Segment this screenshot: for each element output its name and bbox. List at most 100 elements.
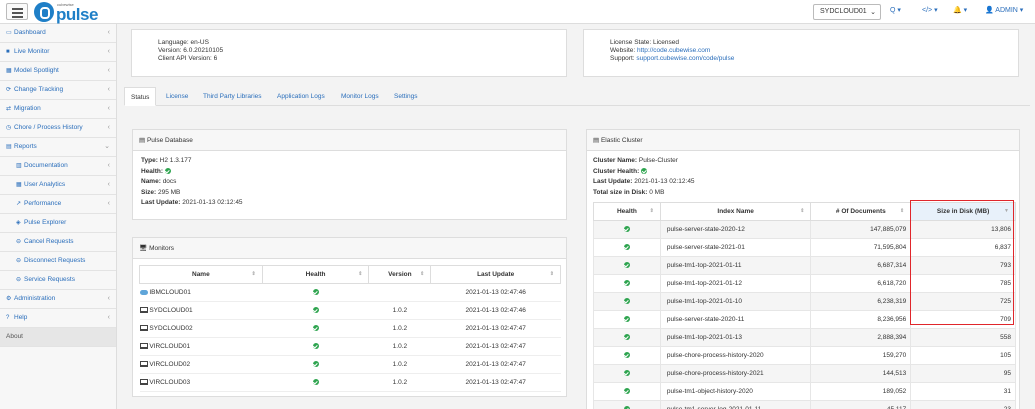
table-row[interactable]: VIRCLOUD01 1.0.2 2021-01-13 02:47:47 — [139, 337, 561, 356]
health-ok-icon — [623, 280, 630, 287]
table-row[interactable]: pulse-server-state-2020-12 147,885,079 13,… — [593, 220, 1016, 239]
users-icon: ▦ — [16, 182, 22, 188]
table-row[interactable]: pulse-chore-process-history-2020 159,270 1… — [593, 346, 1016, 365]
tab-license[interactable]: License — [166, 87, 188, 106]
chevron-left-icon: ‹ — [107, 105, 110, 112]
table-row[interactable]: pulse-tm1-server-log-2021-01-1145,11723 — [593, 400, 1016, 409]
sidebar-item-dashboard[interactable]: ▭ Dashboard ‹ — [0, 24, 116, 43]
table-row[interactable]: SYDCLOUD02 1.0.2 2021-01-13 02:47:47 — [139, 319, 561, 338]
col-header-name[interactable]: Name ⇕ — [139, 265, 263, 284]
website-label: Website: — [610, 47, 637, 54]
elastic-cluster-panel: ▤ Elastic Cluster Cluster Name: Pulse-Cl… — [586, 129, 1020, 409]
sidebar-item-service-requests[interactable]: ⊖ Service Requests — [0, 271, 116, 290]
sidebar-item-about[interactable]: About — [0, 328, 116, 347]
chevron-left-icon: ‹ — [107, 124, 110, 131]
tab-status[interactable]: Status — [124, 87, 157, 106]
chevron-left-icon: ‹ — [107, 67, 110, 74]
chevron-left-icon: ‹ — [107, 181, 110, 188]
cluster-name-value: Pulse-Cluster — [638, 157, 678, 164]
sidebar-item-performance[interactable]: ↗ Performance ‹ — [0, 195, 116, 214]
col-header-health[interactable]: Health ⇕ — [593, 202, 661, 221]
chevron-left-icon: ‹ — [107, 86, 110, 93]
language-text: Language: en-US — [158, 39, 209, 46]
sidebar: ▭ Dashboard ‹ ■ Live Monitor ‹ ▦ Model Spotli… — [0, 24, 117, 409]
tab-application-logs[interactable]: Application Logs — [277, 87, 325, 106]
sidebar-item-cancel-requests[interactable]: ⊖ Cancel Requests — [0, 233, 116, 252]
health-ok-icon — [312, 343, 319, 350]
db-last-update-value: 2021-01-13 02:12:45 — [182, 199, 243, 206]
camera-icon: ■ — [6, 49, 10, 55]
table-row[interactable]: pulse-tm1-top-2021-01-10 6,238,319 725 — [593, 292, 1016, 311]
sidebar-item-pulse-explorer[interactable]: ◈ Pulse Explorer — [0, 214, 116, 233]
cube-icon: ◈ — [16, 220, 21, 226]
col-header-index-name[interactable]: Index Name ⇕ — [659, 202, 812, 221]
website-link[interactable]: http://code.cubewise.com — [637, 47, 710, 54]
chevron-left-icon: ‹ — [107, 48, 110, 55]
files-icon: ▤ — [6, 144, 12, 150]
health-ok-icon — [312, 325, 319, 332]
pulse-database-title: Pulse Database — [146, 137, 193, 144]
computer-icon — [139, 361, 148, 368]
minus-circle-icon: ⊖ — [16, 239, 22, 245]
health-ok-icon — [312, 307, 319, 314]
col-header-doc-count[interactable]: # Of Documents ⇕ — [810, 202, 912, 221]
sort-icon: ⇕ — [649, 208, 654, 214]
tab-third-party-libraries[interactable]: Third Party Libraries — [203, 87, 262, 106]
table-row[interactable]: pulse-chore-process-history-2021 144,513 9… — [593, 364, 1016, 383]
table-row[interactable]: VIRCLOUD02 1.0.2 2021-01-13 02:47:47 — [139, 355, 561, 374]
col-header-health[interactable]: Health ⇕ — [261, 265, 370, 284]
health-ok-icon — [623, 262, 630, 269]
col-header-version[interactable]: Version ⇕ — [368, 265, 432, 284]
table-row[interactable]: pulse-tm1-object-history-2020 189,052 31 — [593, 382, 1016, 401]
tab-monitor-logs[interactable]: Monitor Logs — [341, 87, 379, 106]
sidebar-item-disconnect-requests[interactable]: ⊖ Disconnect Requests — [0, 252, 116, 271]
cloud-icon — [139, 289, 148, 295]
total-size-value: 0 MB — [649, 188, 665, 196]
sort-desc-icon: ▼ — [1004, 208, 1009, 214]
table-row[interactable]: pulse-tm1-top-2021-01-13 2,888,394 558 — [593, 328, 1016, 347]
sidebar-item-change-tracking[interactable]: ⟳ Change Tracking ‹ — [0, 81, 116, 100]
chevron-down-icon: ⌄ — [104, 143, 110, 150]
sort-icon: ⇕ — [800, 208, 805, 214]
sidebar-item-model-spotlight[interactable]: ▦ Model Spotlight ‹ — [0, 62, 116, 81]
table-row[interactable]: SYDCLOUD01 1.0.2 2021-01-13 02:47:46 — [139, 301, 561, 320]
sidebar-item-documentation[interactable]: ▥ Documentation ‹ — [0, 157, 116, 176]
table-row[interactable]: pulse-tm1-top-2021-01-11 6,687,314 793 — [593, 256, 1016, 275]
table-row[interactable]: pulse-server-state-2021-01 71,595,804 6,83… — [593, 238, 1016, 257]
search-menu-button[interactable]: Q ▾ — [890, 6, 901, 14]
cluster-last-update-value: 2021-01-13 02:12:45 — [634, 178, 695, 185]
table-row[interactable]: VIRCLOUD03 1.0.2 2021-01-13 02:47:47 — [139, 373, 561, 392]
chevron-left-icon: ‹ — [107, 29, 110, 36]
col-header-last-update[interactable]: Last Update ⇕ — [430, 265, 561, 284]
db-size-value: 295 MB — [157, 188, 181, 196]
monitors-table: Name ⇕ Health ⇕ Version ⇕ Last Update ⇕ IBMC… — [139, 265, 561, 392]
sort-icon: ⇕ — [251, 271, 256, 277]
pulse-logo-icon — [34, 2, 54, 22]
sidebar-item-help[interactable]: ? Help ‹ — [0, 309, 116, 328]
sidebar-item-administration[interactable]: ⚙ Administration ‹ — [0, 290, 116, 309]
support-link[interactable]: support.cubewise.com/code/pulse — [636, 55, 734, 62]
tab-settings[interactable]: Settings — [394, 87, 418, 106]
sidebar-item-user-analytics[interactable]: ▦ User Analytics ‹ — [0, 176, 116, 195]
server-select[interactable]: SYDCLOUD01 ⌄ — [813, 4, 881, 20]
code-menu-button[interactable]: </> ▾ — [922, 6, 938, 14]
notification-menu-button[interactable]: 🔔 ▾ — [953, 6, 967, 14]
col-header-size-in-disk[interactable]: Size in Disk (MB) ▼ — [910, 202, 1016, 221]
sidebar-item-reports[interactable]: ▤ Reports ⌄ — [0, 138, 116, 157]
sidebar-item-live-monitor[interactable]: ■ Live Monitor ‹ — [0, 43, 116, 62]
table-row[interactable]: pulse-tm1-top-2021-01-12 6,618,720 785 — [593, 274, 1016, 293]
table-row[interactable]: pulse-server-state-2020-11 8,236,956 709 — [593, 310, 1016, 329]
license-info-panel: License State: Licensed Website: http://… — [583, 29, 1019, 77]
computer-icon — [139, 325, 148, 332]
table-row[interactable]: IBMCLOUD01 2021-01-13 02:47:46 — [139, 283, 561, 302]
computer-icon — [139, 307, 148, 314]
minus-circle-icon: ⊖ — [16, 258, 22, 264]
user-menu-button[interactable]: 👤 ADMIN ▾ — [985, 6, 1023, 14]
sidebar-item-chore-process-history[interactable]: ◷ Chore / Process History ‹ — [0, 119, 116, 138]
sort-icon: ⇕ — [549, 271, 554, 277]
version-info-panel: Language: en-US Version: 6.0.20210105 Cl… — [131, 29, 567, 77]
sidebar-item-migration[interactable]: ⇄ Migration ‹ — [0, 100, 116, 119]
health-ok-icon — [623, 334, 630, 341]
menu-toggle-button[interactable] — [6, 3, 28, 20]
health-ok-icon — [623, 298, 630, 305]
